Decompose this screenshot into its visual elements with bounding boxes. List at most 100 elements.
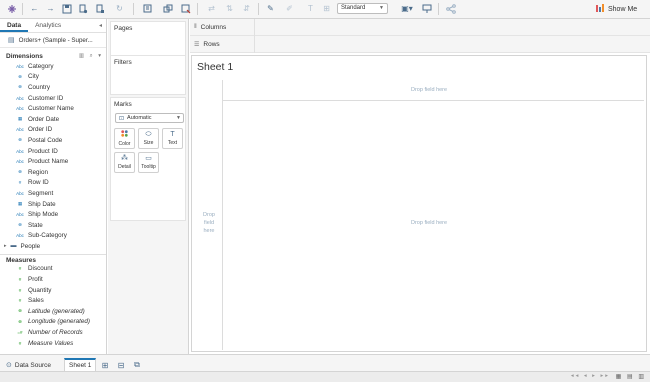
tableau-logo-icon[interactable]	[6, 3, 17, 15]
data-pane: Data Analytics ◂ ▤ Orders+ (Sample - Sup…	[0, 19, 107, 354]
field-label: Customer Name	[28, 105, 74, 113]
tab-analytics[interactable]: Analytics	[28, 19, 68, 32]
dimension-field[interactable]: ⊕ City	[0, 72, 106, 83]
measure-field[interactable]: # Quantity	[0, 285, 106, 296]
rows-shelf-label: ☰ Rows	[190, 35, 255, 53]
folder-people[interactable]: ▸ ▬ People	[0, 241, 106, 252]
tooltip-button[interactable]: ▭ Tooltip	[138, 152, 159, 173]
tooltip-icon: ▭	[145, 155, 152, 162]
fit-select[interactable]: Standard ▼	[337, 3, 388, 14]
divider	[222, 80, 223, 350]
detail-button[interactable]: ⁂ Detail	[114, 152, 135, 173]
dimensions-tools[interactable]: ▥ ⌕ ▾	[79, 53, 106, 60]
columns-shelf-label: ⦀ Columns	[190, 18, 255, 36]
labels-icon[interactable]: T	[305, 3, 316, 15]
dimensions-list: Abc Category ⊕ City ⊕ Country Abc Customer ID Ab…	[0, 61, 106, 241]
measure-field[interactable]: # Sales	[0, 295, 106, 306]
datasource-item[interactable]: ▤ Orders+ (Sample - Super...	[0, 33, 106, 48]
new-datasource-icon[interactable]	[77, 3, 88, 15]
duplicate-icon[interactable]	[162, 3, 173, 15]
drop-zone-rows[interactable]: Drop field here	[199, 211, 219, 235]
filters-card[interactable]: Filters	[110, 55, 186, 95]
dimension-field[interactable]: Abc Product Name	[0, 156, 106, 167]
new-dashboard-icon[interactable]: ⊟	[115, 359, 127, 371]
rows-shelf[interactable]: ☰ Rows	[190, 35, 650, 53]
show-me-button[interactable]: Show Me	[596, 3, 637, 15]
run-update-icon[interactable]: ↻	[114, 3, 125, 15]
text-button[interactable]: T Text	[162, 128, 183, 149]
string-type-icon: Abc	[16, 233, 24, 239]
field-label: Measure Values	[28, 339, 74, 347]
save-icon[interactable]	[61, 3, 72, 15]
color-button[interactable]: Color	[114, 128, 135, 149]
field-label: Discount	[28, 265, 53, 273]
fit-icon[interactable]: ▣▾	[399, 3, 415, 15]
sheet-title[interactable]: Sheet 1	[197, 61, 233, 73]
size-label: Size	[143, 140, 154, 146]
pages-card[interactable]: Pages	[110, 21, 186, 56]
measure-field[interactable]: # Measure Values	[0, 338, 106, 349]
color-icon	[121, 130, 128, 139]
pin-icon[interactable]: ◂	[99, 19, 106, 32]
dimension-field[interactable]: ⊕ Country	[0, 82, 106, 93]
measure-field[interactable]: # Discount	[0, 264, 106, 275]
dimension-field[interactable]: Abc Customer Name	[0, 103, 106, 114]
highlight-icon[interactable]: ✎	[265, 3, 276, 15]
dimension-field[interactable]: Abc Order ID	[0, 125, 106, 136]
drop-zone-center[interactable]: Drop field here	[411, 220, 447, 226]
tab-data[interactable]: Data	[0, 19, 29, 32]
sort-asc-icon[interactable]: ⇅	[224, 3, 235, 15]
new-story-icon[interactable]: ⧉	[131, 359, 143, 371]
sheet-view-toggles[interactable]: ▦ ▤ ▥	[616, 373, 646, 380]
forward-icon[interactable]: →	[45, 3, 56, 15]
columns-shelf[interactable]: ⦀ Columns	[190, 18, 650, 36]
tab-data-source[interactable]: ⊙ Data Source	[2, 358, 55, 372]
measure-field[interactable]: ⊕ Latitude (generated)	[0, 306, 106, 317]
chevron-right-icon: ▸	[4, 243, 7, 250]
dimension-field[interactable]: Abc Category	[0, 61, 106, 72]
group-icon[interactable]: ✐	[284, 3, 295, 15]
new-worksheet-icon[interactable]	[142, 3, 153, 15]
field-label: Customer ID	[28, 94, 64, 102]
folder-icon: ▬	[10, 243, 17, 250]
globe-icon: ⊕	[18, 84, 22, 90]
marks-type-select[interactable]: ⊡ Automatic ▼	[115, 113, 184, 123]
fix-axes-icon[interactable]: ⊞	[321, 3, 332, 15]
dimension-field[interactable]: Abc Segment	[0, 188, 106, 199]
status-bar: ◂◂ ◂ ▸ ▸▸ ▦ ▤ ▥	[0, 371, 650, 382]
number-type-icon: #	[18, 298, 22, 304]
field-label: Product Name	[28, 158, 69, 166]
pause-updates-icon[interactable]	[94, 3, 105, 15]
size-button[interactable]: ⬭ Size	[138, 128, 159, 149]
field-label: Latitude (generated)	[28, 307, 85, 315]
clear-icon[interactable]	[180, 3, 191, 15]
share-icon[interactable]	[445, 3, 456, 15]
dimension-field[interactable]: Abc Sub-Category	[0, 231, 106, 242]
dimension-field[interactable]: ▦ Order Date	[0, 114, 106, 125]
dimension-field[interactable]: ⊕ Region	[0, 167, 106, 178]
drop-zone-columns[interactable]: Drop field here	[411, 87, 447, 93]
dimension-field[interactable]: Abc Product ID	[0, 146, 106, 157]
sort-desc-icon[interactable]: ⇵	[241, 3, 252, 15]
tab-sheet1[interactable]: Sheet 1	[64, 358, 97, 372]
dimension-field[interactable]: ⊕ State	[0, 220, 106, 231]
toolbar-separator	[22, 3, 23, 15]
sheet-nav-arrows[interactable]: ◂◂ ◂ ▸ ▸▸	[571, 373, 610, 379]
measure-field[interactable]: ⊕ Longitude (generated)	[0, 317, 106, 328]
dimension-field[interactable]: # Row ID	[0, 178, 106, 189]
chevron-down-icon: ▼	[379, 5, 384, 11]
new-sheet-icon[interactable]: ⊞	[99, 359, 111, 371]
swap-icon[interactable]: ⇄	[206, 3, 217, 15]
measure-field[interactable]: =# Number of Records	[0, 327, 106, 338]
dimension-field[interactable]: ⊕ Postal Code	[0, 135, 106, 146]
presentation-icon[interactable]	[421, 3, 432, 15]
back-icon[interactable]: ←	[29, 3, 40, 15]
measure-field[interactable]: # Profit	[0, 274, 106, 285]
detail-icon: ⁂	[121, 155, 128, 162]
dimension-field[interactable]: ▦ Ship Date	[0, 199, 106, 210]
calendar-icon: ▦	[17, 201, 23, 207]
dimension-field[interactable]: Abc Ship Mode	[0, 209, 106, 220]
dimension-field[interactable]: Abc Customer ID	[0, 93, 106, 104]
cards-column: Pages Filters Marks ⊡ Automatic ▼ Color …	[108, 19, 189, 354]
columns-label: Columns	[200, 23, 227, 31]
